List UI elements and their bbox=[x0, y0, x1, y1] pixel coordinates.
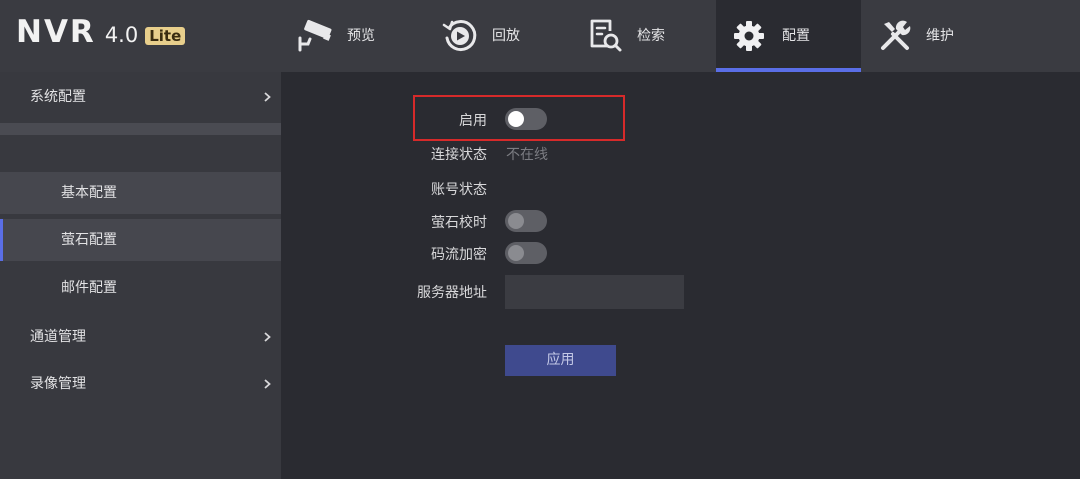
chevron-right-icon bbox=[264, 332, 271, 342]
playback-icon bbox=[442, 20, 477, 52]
sidebar-item-label: 邮件配置 bbox=[61, 280, 117, 296]
tab-preview-label: 预览 bbox=[347, 28, 375, 44]
sidebar-item-record-mgmt[interactable]: 录像管理 bbox=[0, 363, 281, 405]
sidebar-item-label: 通道管理 bbox=[30, 329, 86, 345]
time-sync-toggle[interactable] bbox=[505, 210, 547, 232]
sidebar-item-label: 录像管理 bbox=[30, 376, 86, 392]
connection-status-label: 连接状态 bbox=[431, 147, 487, 163]
sidebar: 系统配置 基本配置 萤石配置 邮件配置 通道管理 录像管理 bbox=[0, 72, 281, 479]
server-address-label: 服务器地址 bbox=[417, 285, 487, 301]
form-row-enable: 启用 bbox=[380, 108, 780, 134]
form-row-stream-encrypt: 码流加密 bbox=[380, 242, 780, 268]
sidebar-item-label: 萤石配置 bbox=[61, 232, 117, 248]
enable-label: 启用 bbox=[459, 113, 487, 129]
tab-playback-label: 回放 bbox=[492, 28, 520, 44]
search-document-icon bbox=[590, 19, 622, 52]
tab-search-label: 检索 bbox=[637, 28, 665, 44]
gear-icon bbox=[734, 21, 764, 51]
chevron-right-icon bbox=[264, 379, 271, 389]
sidebar-item-channel-mgmt[interactable]: 通道管理 bbox=[0, 316, 281, 358]
tab-maintenance-label: 维护 bbox=[926, 28, 954, 44]
server-address-input[interactable] bbox=[505, 275, 684, 309]
toggle-knob bbox=[508, 245, 524, 261]
form-row-server: 服务器地址 bbox=[380, 275, 780, 309]
tab-playback[interactable]: 回放 bbox=[431, 0, 576, 72]
sidebar-item-label: 系统配置 bbox=[30, 89, 86, 105]
stream-encrypt-label: 码流加密 bbox=[431, 247, 487, 263]
sidebar-item-mail-config[interactable]: 邮件配置 bbox=[0, 267, 281, 309]
chevron-right-icon bbox=[264, 92, 271, 102]
tab-maintenance[interactable]: 维护 bbox=[861, 0, 1006, 72]
account-status-label: 账号状态 bbox=[431, 182, 487, 198]
connection-status-value: 不在线 bbox=[506, 147, 548, 163]
sidebar-item-basic-config[interactable]: 基本配置 bbox=[0, 172, 281, 214]
sidebar-item-label: 基本配置 bbox=[61, 185, 117, 201]
app-logo: NVR 4.0 Lite bbox=[16, 14, 186, 58]
sidebar-divider bbox=[0, 123, 281, 135]
form-row-connection: 连接状态 不在线 bbox=[380, 142, 780, 168]
top-header: NVR 4.0 Lite 预览 回放 检索 配置 维护 bbox=[0, 0, 1080, 72]
tab-preview[interactable]: 预览 bbox=[286, 0, 431, 72]
tools-icon bbox=[881, 20, 911, 50]
camera-icon bbox=[298, 19, 332, 52]
tab-search[interactable]: 检索 bbox=[576, 0, 721, 72]
sidebar-item-system-config[interactable]: 系统配置 bbox=[0, 76, 281, 118]
logo-edition-badge: Lite bbox=[145, 27, 186, 45]
toggle-knob bbox=[508, 213, 524, 229]
toggle-knob bbox=[508, 111, 524, 127]
stream-encrypt-toggle[interactable] bbox=[505, 242, 547, 264]
tab-config[interactable]: 配置 bbox=[716, 0, 861, 72]
form-row-time-sync: 萤石校时 bbox=[380, 210, 780, 236]
sidebar-item-ezviz-config[interactable]: 萤石配置 bbox=[0, 219, 281, 261]
tab-config-label: 配置 bbox=[782, 28, 810, 44]
logo-version: 4.0 bbox=[104, 23, 139, 47]
form-row-account: 账号状态 bbox=[380, 177, 780, 203]
time-sync-label: 萤石校时 bbox=[431, 215, 487, 231]
apply-button[interactable]: 应用 bbox=[505, 345, 616, 376]
logo-name: NVR bbox=[16, 14, 96, 50]
enable-toggle[interactable] bbox=[505, 108, 547, 130]
